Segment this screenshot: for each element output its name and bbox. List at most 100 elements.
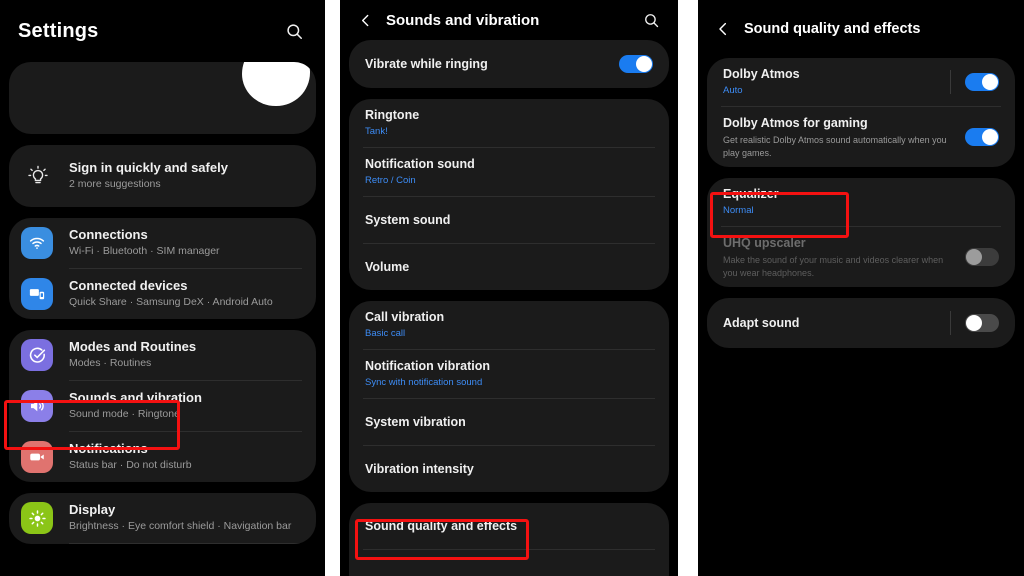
search-icon[interactable] <box>638 7 664 33</box>
sidebar-item-connected-devices[interactable]: Connected devices Quick Share · Samsung … <box>9 269 316 319</box>
divider <box>69 543 302 544</box>
display-brightness-icon <box>21 502 53 534</box>
sidebar-item-connections[interactable]: Connections Wi-Fi · Bluetooth · SIM mana… <box>9 218 316 268</box>
sidebar-item-sublabel: Modes · Routines <box>69 357 152 369</box>
group-vibrate-while-ringing: Vibrate while ringing <box>349 40 669 88</box>
sound-quality-header: Sound quality and effects <box>698 0 1024 58</box>
setting-row-system-vibration[interactable]: System vibration <box>349 399 669 445</box>
toggle-separator <box>950 311 951 335</box>
settings-group-connections: Connections Wi-Fi · Bluetooth · SIM mana… <box>9 218 316 319</box>
sidebar-item-notifications[interactable]: Notifications Status bar · Do not distur… <box>9 432 316 482</box>
setting-row-notification-sound[interactable]: Notification sound Retro / Coin <box>349 148 669 196</box>
sidebar-item-sublabel: Brightness · Eye comfort shield · Naviga… <box>69 520 292 532</box>
sidebar-item-sublabel: Quick Share · Samsung DeX · Android Auto <box>69 296 273 308</box>
wifi-icon <box>21 227 53 259</box>
group-sound-quality: Sound quality and effects <box>349 503 669 576</box>
setting-row-notification-vibration[interactable]: Notification vibration Sync with notific… <box>349 350 669 398</box>
toggle-switch[interactable] <box>965 73 999 91</box>
group-equalizer: Equalizer Normal UHQ upscaler Make the s… <box>707 178 1015 287</box>
settings-header: Settings <box>0 0 325 62</box>
sidebar-item-sublabel: Sound mode · Ringtone <box>69 408 180 420</box>
sound-quality-and-effects-panel: Sound quality and effects Dolby Atmos Au… <box>698 0 1024 576</box>
setting-value: Auto <box>723 85 743 96</box>
setting-description: Make the sound of your music and videos … <box>723 255 944 278</box>
sounds-header: Sounds and vibration <box>340 0 678 40</box>
toggle-switch[interactable] <box>619 55 653 73</box>
setting-label: UHQ upscaler <box>723 236 806 250</box>
setting-row-ringtone[interactable]: Ringtone Tank! <box>349 99 669 147</box>
setting-row-vibration-intensity[interactable]: Vibration intensity <box>349 446 669 492</box>
sidebar-item-sublabel: Wi-Fi · Bluetooth · SIM manager <box>69 245 220 257</box>
page-title: Sounds and vibration <box>386 11 540 29</box>
back-chevron-icon[interactable] <box>354 9 376 31</box>
suggestion-card[interactable]: Sign in quickly and safely 2 more sugges… <box>9 145 316 207</box>
sidebar-item-display[interactable]: Display Brightness · Eye comfort shield … <box>9 493 316 543</box>
toggle-knob <box>982 129 998 145</box>
toggle-adapt-sound[interactable] <box>950 311 999 335</box>
setting-row-system-sound[interactable]: System sound <box>349 197 669 243</box>
page-title: Settings <box>18 19 99 42</box>
setting-label: Dolby Atmos <box>723 67 800 81</box>
settings-panel: Settings Sign in quickly and safely 2 mo… <box>0 0 325 576</box>
toggle-switch[interactable] <box>965 314 999 332</box>
modes-routines-icon <box>21 339 53 371</box>
setting-row-uhq-upscaler[interactable]: UHQ upscaler Make the sound of your musi… <box>707 227 1015 287</box>
toggle-dolby-atmos-for-gaming[interactable] <box>965 128 999 146</box>
setting-value: Tank! <box>365 126 388 137</box>
lightbulb-icon <box>21 159 55 193</box>
search-icon[interactable] <box>281 18 307 44</box>
group-dolby: Dolby Atmos Auto Dolby Atmos for gaming … <box>707 58 1015 167</box>
setting-value: Sync with notification sound <box>365 377 483 388</box>
profile-card[interactable] <box>9 62 316 134</box>
setting-row-equalizer[interactable]: Equalizer Normal <box>707 178 1015 226</box>
toggle-uhq-upscaler[interactable] <box>965 248 999 266</box>
sidebar-item-modes-and-routines[interactable]: Modes and Routines Modes · Routines <box>9 330 316 380</box>
panel-separator-1 <box>325 0 340 576</box>
setting-label: Dolby Atmos for gaming <box>723 116 868 130</box>
page-title: Sound quality and effects <box>744 21 921 37</box>
setting-description: Get realistic Dolby Atmos sound automati… <box>723 135 947 158</box>
setting-value: Retro / Coin <box>365 175 416 186</box>
notifications-icon <box>21 441 53 473</box>
group-vibration: Call vibration Basic call Notification v… <box>349 301 669 492</box>
setting-label: Volume <box>365 259 410 274</box>
toggle-switch[interactable] <box>965 128 999 146</box>
setting-row-vibrate-while-ringing[interactable]: Vibrate while ringing <box>349 40 669 88</box>
suggestion-subtitle: 2 more suggestions <box>69 178 161 190</box>
toggle-dolby-atmos[interactable] <box>950 70 999 94</box>
setting-label: Vibration intensity <box>365 461 474 476</box>
group-sound: Ringtone Tank! Notification sound Retro … <box>349 99 669 290</box>
setting-label: Equalizer <box>723 187 779 201</box>
sidebar-item-label: Notifications <box>69 441 148 456</box>
setting-label: Vibrate while ringing <box>365 56 488 71</box>
sidebar-item-label: Sounds and vibration <box>69 390 202 405</box>
sounds-and-vibration-panel: Sounds and vibration Vibrate while ringi… <box>340 0 678 576</box>
setting-label: Ringtone <box>365 108 420 122</box>
sidebar-item-label: Connected devices <box>69 278 188 293</box>
setting-row-adapt-sound[interactable]: Adapt sound <box>707 298 1015 348</box>
back-chevron-icon[interactable] <box>712 18 734 40</box>
setting-row-dolby-atmos[interactable]: Dolby Atmos Auto <box>707 58 1015 106</box>
sidebar-item-sublabel: Status bar · Do not disturb <box>69 459 192 471</box>
setting-label: Call vibration <box>365 310 445 324</box>
setting-label: Adapt sound <box>723 315 800 330</box>
sidebar-item-sounds-and-vibration[interactable]: Sounds and vibration Sound mode · Ringto… <box>9 381 316 431</box>
setting-row-dolby-atmos-for-gaming[interactable]: Dolby Atmos for gaming Get realistic Dol… <box>707 107 1015 167</box>
toggle-switch[interactable] <box>965 248 999 266</box>
suggestion-title: Sign in quickly and safely <box>69 160 228 175</box>
toggle-knob <box>636 56 652 72</box>
setting-row-partial-next[interactable] <box>349 550 669 576</box>
setting-row-call-vibration[interactable]: Call vibration Basic call <box>349 301 669 349</box>
setting-label: Sound quality and effects <box>365 518 518 533</box>
three-panel-screenshot: Settings Sign in quickly and safely 2 mo… <box>0 0 1024 576</box>
group-adapt-sound: Adapt sound <box>707 298 1015 348</box>
setting-value: Normal <box>723 205 754 216</box>
setting-row-sound-quality-and-effects[interactable]: Sound quality and effects <box>349 503 669 549</box>
panel-separator-2 <box>678 0 698 576</box>
sidebar-item-label: Modes and Routines <box>69 339 197 354</box>
setting-label: Notification sound <box>365 157 475 171</box>
toggle-vibrate-while-ringing[interactable] <box>619 55 653 73</box>
toggle-knob <box>966 315 982 331</box>
setting-row-volume[interactable]: Volume <box>349 244 669 290</box>
sound-volume-icon <box>21 390 53 422</box>
